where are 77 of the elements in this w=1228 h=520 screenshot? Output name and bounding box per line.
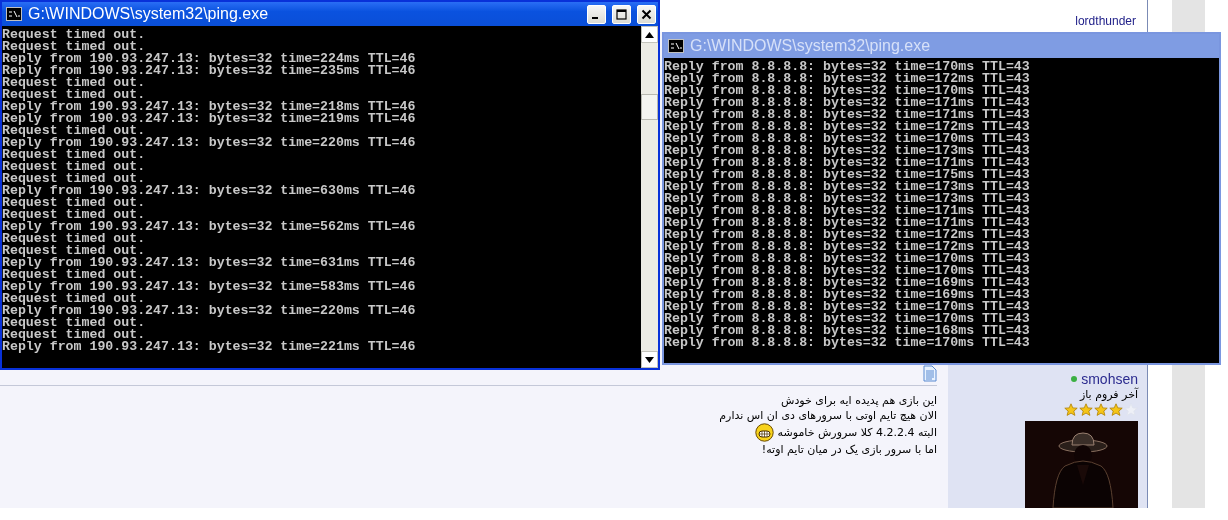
console-line: Reply from 8.8.8.8: bytes=32 time=173ms TTL=43 (664, 181, 1031, 193)
down-arrow-icon[interactable] (645, 356, 654, 363)
close-button[interactable] (637, 4, 656, 24)
console-line: Reply from 8.8.8.8: bytes=32 time=172ms TTL=43 (664, 241, 1031, 253)
console-line: Request timed out. (2, 41, 146, 53)
console-line: Reply from 8.8.8.8: bytes=32 time=170ms TTL=43 (664, 301, 1031, 313)
star-icon (1079, 403, 1093, 417)
console-line: Reply from 8.8.8.8: bytes=32 time=170ms TTL=43 (664, 61, 1031, 73)
console-icon (668, 39, 684, 53)
console-line: Reply from 8.8.8.8: bytes=32 time=175ms TTL=43 (664, 169, 1031, 181)
star-icon (1124, 403, 1138, 417)
console-line: Request timed out. (2, 77, 147, 89)
console-line: Request timed out. (2, 161, 147, 173)
console-line: Reply from 190.93.247.13: bytes=32 time=583ms TTL=46 (2, 281, 417, 293)
console-line: Reply from 190.93.247.13: bytes=32 time=218ms TTL=46 (2, 101, 417, 113)
minimize-icon (592, 16, 598, 19)
console-line: Reply from 8.8.8.8: bytes=32 time=172ms TTL=43 (664, 73, 1031, 85)
console-line: Request timed out. (2, 89, 146, 101)
username-link[interactable]: smohsen (1081, 371, 1138, 387)
window-title: G:\WINDOWS\system32\ping.exe (690, 37, 932, 55)
post-text: این بازی هم پدیده ایه برای خودش (781, 393, 937, 408)
console-line: Request timed out. (2, 269, 146, 281)
post-text: البته 4.2.2.4 کلا سرورش خاموشه (777, 425, 937, 440)
post-text: الان هیچ تایم اوتی با سرورهای دی ان اس ندارم (719, 408, 937, 423)
console-line: Reply from 8.8.8.8: bytes=32 time=170ms TTL=43 (664, 337, 1031, 349)
console-line: Reply from 190.93.247.13: bytes=32 time=630ms TTL=46 (2, 185, 417, 197)
console-line: Reply from 8.8.8.8: bytes=32 time=169ms TTL=43 (664, 277, 1031, 289)
console-line: Request timed out. (2, 125, 146, 137)
console-line: Reply from 8.8.8.8: bytes=32 time=173ms TTL=43 (664, 145, 1031, 157)
console-line: Reply from 8.8.8.8: bytes=32 time=172ms TTL=43 (664, 229, 1031, 241)
console-line: Request timed out. (2, 197, 147, 209)
star-icon (1094, 403, 1108, 417)
maximize-icon (616, 8, 627, 20)
console-line: Reply from 8.8.8.8: bytes=32 time=170ms TTL=43 (664, 265, 1031, 277)
console-line: Reply from 8.8.8.8: bytes=32 time=172ms TTL=43 (664, 121, 1031, 133)
console-line: Request timed out. (2, 245, 146, 257)
scrollbar[interactable] (641, 26, 658, 368)
console-line: Reply from 190.93.247.13: bytes=32 time=220ms TTL=46 (2, 137, 417, 149)
console-line: Reply from 8.8.8.8: bytes=32 time=170ms TTL=43 (664, 133, 1031, 145)
maximize-button[interactable] (612, 4, 631, 24)
console-line: Reply from 8.8.8.8: bytes=32 time=170ms TTL=43 (664, 85, 1031, 97)
console-line: Reply from 190.93.247.13: bytes=32 time=221ms TTL=46 (2, 341, 417, 353)
console-line: Reply from 8.8.8.8: bytes=32 time=173ms TTL=43 (664, 193, 1031, 205)
console-line: Request timed out. (2, 233, 147, 245)
username-link[interactable]: lordthunder (1075, 14, 1136, 28)
console-line: Reply from 8.8.8.8: bytes=32 time=171ms TTL=43 (664, 217, 1031, 229)
console-icon (6, 7, 22, 21)
console-line: Reply from 8.8.8.8: bytes=32 time=168ms TTL=43 (664, 325, 1031, 337)
console-line: Request timed out. (2, 29, 147, 41)
up-arrow-icon[interactable] (645, 31, 654, 38)
console-line: Reply from 8.8.8.8: bytes=32 time=170ms TTL=43 (664, 313, 1031, 325)
console-line: Reply from 8.8.8.8: bytes=32 time=171ms TTL=43 (664, 109, 1031, 121)
console-line: Request timed out. (2, 209, 146, 221)
console-line: Request timed out. (2, 173, 146, 185)
star-icon (1109, 403, 1123, 417)
post-text: اما با سرور بازی یک در میان تایم اوته! (761, 442, 937, 457)
console-line: Reply from 190.93.247.13: bytes=32 time=235ms TTL=46 (2, 65, 417, 77)
console-line: Request timed out. (2, 293, 146, 305)
close-icon (641, 8, 652, 20)
scrollbar-thumb[interactable] (641, 94, 658, 120)
console-line: Reply from 8.8.8.8: bytes=32 time=171ms TTL=43 (664, 205, 1031, 217)
console-line: Reply from 190.93.247.13: bytes=32 time=631ms TTL=46 (2, 257, 417, 269)
console-line: Request timed out. (2, 149, 147, 161)
console-line: Request timed out. (2, 329, 146, 341)
window-title: G:\WINDOWS\system32\ping.exe (28, 5, 270, 23)
console-line: Reply from 8.8.8.8: bytes=32 time=171ms TTL=43 (664, 157, 1031, 169)
console-line: Reply from 8.8.8.8: bytes=32 time=170ms TTL=43 (664, 253, 1031, 265)
minimize-button[interactable] (587, 4, 606, 24)
console-line: Reply from 190.93.247.13: bytes=32 time=219ms TTL=46 (2, 113, 417, 125)
console-line: Request timed out. (2, 317, 147, 329)
console-line: Reply from 190.93.247.13: bytes=32 time=224ms TTL=46 (2, 53, 417, 65)
console-line: Reply from 8.8.8.8: bytes=32 time=169ms TTL=43 (664, 289, 1031, 301)
console-line: Reply from 190.93.247.13: bytes=32 time=220ms TTL=46 (2, 305, 417, 317)
console-line: Reply from 190.93.247.13: bytes=32 time=562ms TTL=46 (2, 221, 417, 233)
star-icon (1064, 403, 1078, 417)
console-line: Reply from 8.8.8.8: bytes=32 time=171ms TTL=43 (664, 97, 1031, 109)
user-title: آخر فروم باز (1079, 388, 1138, 401)
